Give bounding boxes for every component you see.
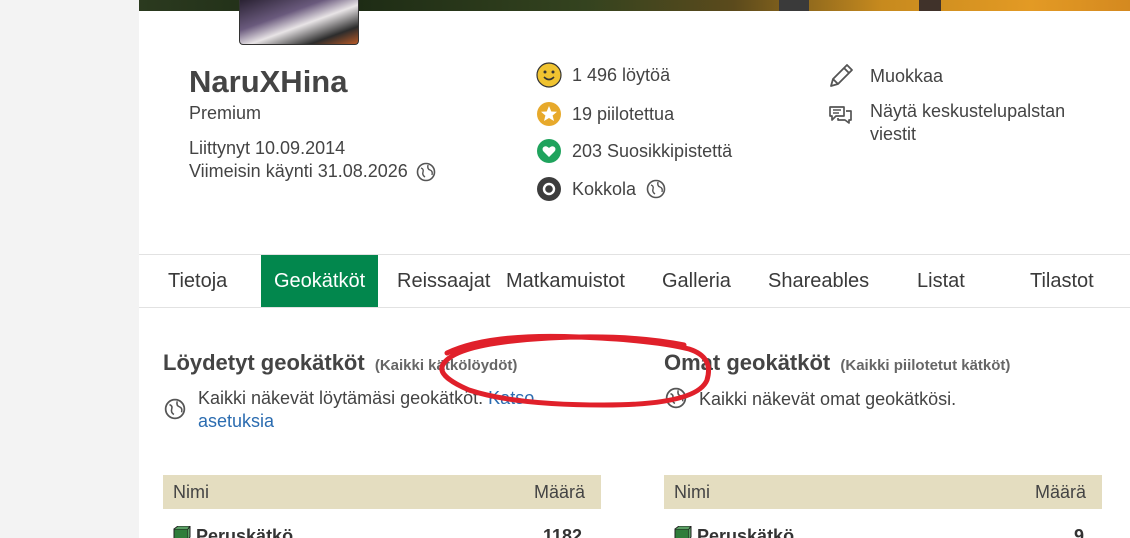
found-caches-heading: Löydetyt geokätköt (Kaikki kätkölöydöt) [163, 350, 517, 376]
globe-icon [416, 162, 436, 182]
smiley-icon [536, 62, 562, 88]
table-row: Peruskätkö [173, 524, 293, 538]
owned-caches-heading: Omat geokätköt (Kaikki piilotetut kätköt… [664, 350, 1010, 376]
left-margin [0, 0, 139, 538]
finds-count: 1 496 löytöä [572, 64, 671, 85]
column-count[interactable]: Määrä [1035, 482, 1086, 503]
pencil-icon [826, 61, 856, 91]
finds-stat: 1 496 löytöä [536, 62, 670, 88]
chat-icon [826, 100, 856, 130]
forum-label: Näytä keskustelupalstan viestit [870, 100, 1065, 146]
tab-geokatkot[interactable]: Geokätköt [261, 255, 379, 307]
traditional-cache-icon [674, 524, 697, 538]
hides-count: 19 piilotettua [572, 103, 675, 124]
location-stat: Kokkola [536, 176, 666, 202]
tab-galleria[interactable]: Galleria [662, 255, 731, 307]
forum-label-line-1: Näytä keskustelupalstan [870, 101, 1066, 121]
star-icon [536, 101, 562, 127]
found-visibility: Kaikki näkevät löytämäsi geokätköt. Kats… [198, 387, 558, 433]
column-count[interactable]: Määrä [534, 482, 585, 503]
last-visit: Viimeisin käynti 31.08.2026 [189, 161, 436, 182]
table-row: Peruskätkö [674, 524, 794, 538]
heart-icon [536, 138, 562, 164]
location-pin-icon [536, 176, 562, 202]
hides-stat: 19 piilotettua [536, 101, 674, 127]
location-name: Kokkola [572, 178, 637, 199]
owned-visibility-text: Kaikki näkevät omat geokätkösi. [699, 389, 957, 409]
avatar[interactable] [239, 0, 359, 45]
found-caches-title: Löydetyt geokätköt [163, 350, 365, 375]
edit-profile-link[interactable]: Muokkaa [826, 61, 943, 91]
row-type[interactable]: Peruskätkö [196, 526, 293, 538]
globe-icon [164, 398, 186, 420]
username: NaruXHina [189, 64, 348, 99]
found-visibility-text: Kaikki näkevät löytämäsi geokätköt. [198, 388, 484, 408]
tab-tilastot[interactable]: Tilastot [1030, 255, 1094, 307]
forum-label-line-2: viestit [870, 124, 917, 144]
column-name[interactable]: Nimi [674, 482, 710, 503]
settings-link[interactable]: Katso [488, 388, 534, 408]
settings-link[interactable]: asetuksia [198, 411, 274, 431]
all-hides-link[interactable]: (Kaikki piilotetut kätköt) [840, 357, 1010, 374]
row-type[interactable]: Peruskätkö [697, 526, 794, 538]
row-count: 9 [1074, 526, 1085, 538]
found-table-header: Nimi Määrä [163, 475, 601, 509]
profile-tabs: Tietoja Geokätköt Reissaajat Matkamuisto… [139, 254, 1130, 308]
favorites-stat: 203 Suosikkipistettä [536, 138, 732, 164]
owned-caches-title: Omat geokätköt [664, 350, 831, 375]
column-name[interactable]: Nimi [173, 482, 209, 503]
tab-matkamuistot[interactable]: Matkamuistot [506, 255, 625, 307]
profile-page: NaruXHina Premium Liittynyt 10.09.2014 V… [139, 0, 1130, 538]
owned-table-header: Nimi Määrä [664, 475, 1102, 509]
globe-icon [665, 387, 687, 409]
row-count: 1182 [543, 526, 583, 538]
globe-icon [646, 179, 666, 199]
tab-listat[interactable]: Listat [917, 255, 965, 307]
forum-posts-link[interactable]: Näytä keskustelupalstan viestit [826, 100, 1065, 146]
banner-detail [779, 0, 809, 11]
membership-level: Premium [189, 103, 262, 123]
traditional-cache-icon [173, 524, 196, 538]
favorites-count: 203 Suosikkipistettä [572, 140, 733, 161]
edit-label: Muokkaa [870, 66, 944, 86]
last-visit-text: Viimeisin käynti 31.08.2026 [189, 161, 408, 181]
all-finds-link[interactable]: (Kaikki kätkölöydöt) [375, 357, 518, 374]
tab-tietoja[interactable]: Tietoja [168, 255, 227, 307]
tab-reissaajat[interactable]: Reissaajat [397, 255, 490, 307]
joined-date: Liittynyt 10.09.2014 [189, 138, 346, 158]
banner-detail [919, 0, 941, 11]
tab-shareables[interactable]: Shareables [768, 255, 869, 307]
